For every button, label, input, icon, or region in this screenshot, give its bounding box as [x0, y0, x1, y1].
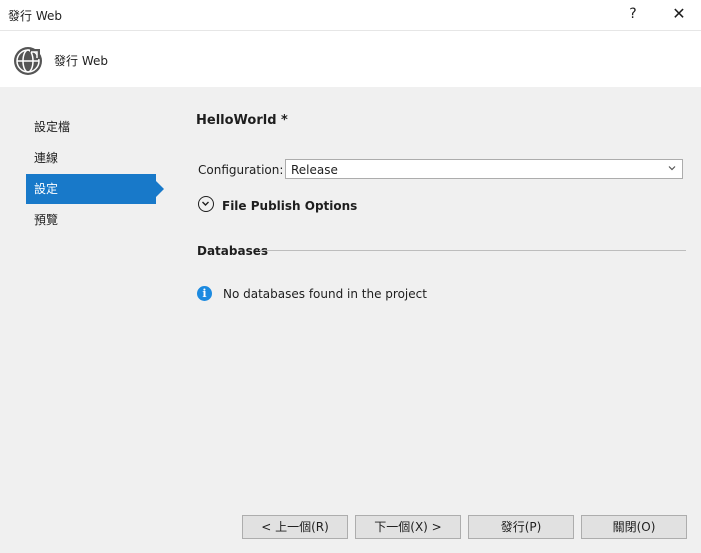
- configuration-select[interactable]: Release: [285, 159, 683, 179]
- chevron-down-icon: [668, 166, 676, 171]
- dialog-title: 發行 Web: [54, 54, 108, 68]
- close-button[interactable]: 關閉(O): [581, 515, 687, 539]
- previous-button[interactable]: < 上一個(R): [242, 515, 348, 539]
- globe-publish-icon: [14, 47, 42, 75]
- configuration-label: Configuration:: [198, 163, 284, 177]
- expand-chevron-icon: [198, 196, 214, 212]
- window-title: 發行 Web: [8, 9, 62, 23]
- dialog-header: 發行 Web: [0, 30, 701, 87]
- nav-item-preview[interactable]: 預覽: [26, 205, 156, 235]
- nav-item-label: 設定檔: [34, 120, 71, 134]
- file-publish-options-label: File Publish Options: [222, 199, 358, 213]
- nav-item-label: 連線: [34, 151, 59, 165]
- databases-heading: Databases: [197, 244, 269, 258]
- nav-item-connection[interactable]: 連線: [26, 143, 156, 173]
- nav-item-label: 設定: [34, 182, 59, 196]
- title-bar: 發行 Web ? ✕: [0, 0, 701, 30]
- next-button[interactable]: 下一個(X) >: [355, 515, 461, 539]
- databases-message: No databases found in the project: [223, 287, 427, 301]
- help-button[interactable]: ?: [616, 0, 650, 30]
- close-window-button[interactable]: ✕: [662, 0, 696, 30]
- publish-button[interactable]: 發行(P): [468, 515, 574, 539]
- wizard-nav: 設定檔 連線 設定 預覽: [26, 112, 164, 236]
- nav-item-label: 預覽: [34, 213, 59, 227]
- nav-item-profile[interactable]: 設定檔: [26, 112, 156, 142]
- profile-name: HelloWorld *: [196, 113, 288, 128]
- databases-divider: [259, 250, 686, 251]
- info-icon: i: [197, 286, 212, 301]
- configuration-value: Release: [291, 163, 338, 177]
- nav-item-settings[interactable]: 設定: [26, 174, 164, 204]
